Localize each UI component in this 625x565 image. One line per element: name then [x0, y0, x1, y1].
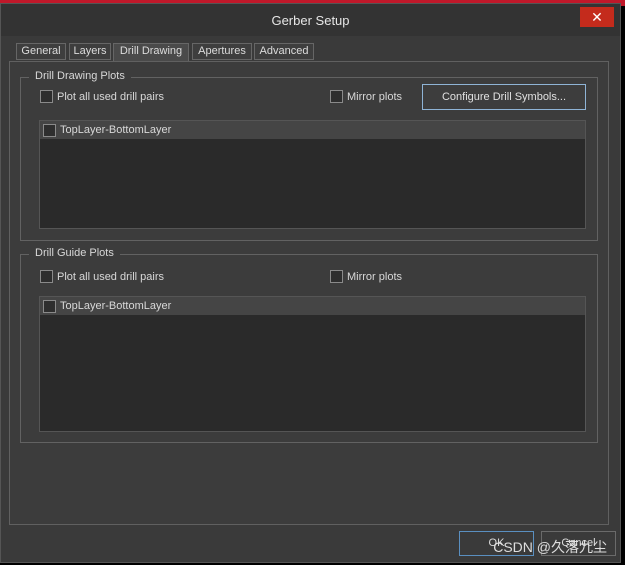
checkbox-label: Mirror plots	[347, 270, 403, 283]
checkbox-box[interactable]	[43, 123, 56, 137]
checkbox-label: Mirror plots	[347, 90, 403, 103]
close-icon: ✕	[591, 9, 603, 25]
tab-drill-drawing[interactable]: Drill Drawing	[113, 43, 189, 62]
layer-pair-label: TopLayer-BottomLayer	[60, 124, 172, 136]
checkbox-box[interactable]	[40, 90, 53, 103]
checkbox-box[interactable]	[43, 299, 56, 313]
group-label: Drill Drawing Plots	[29, 70, 131, 82]
plot-all-drill-pairs-checkbox[interactable]: Plot all used drill pairs	[40, 90, 164, 103]
checkbox-label: Plot all used drill pairs	[57, 270, 164, 283]
checkbox-box[interactable]	[330, 90, 343, 103]
layer-pair-label: TopLayer-BottomLayer	[60, 300, 172, 312]
watermark: CSDN @久落九尘	[493, 539, 607, 555]
tab-apertures[interactable]: Apertures	[192, 43, 252, 60]
configure-drill-symbols-button[interactable]: Configure Drill Symbols...	[422, 84, 586, 110]
checkbox-box[interactable]	[40, 270, 53, 283]
tab-general[interactable]: General	[16, 43, 66, 60]
group-label: Drill Guide Plots	[29, 247, 120, 259]
mirror-plots-checkbox[interactable]: Mirror plots	[330, 270, 402, 283]
close-button[interactable]: ✕	[580, 7, 614, 27]
mirror-plots-checkbox[interactable]: Mirror plots	[330, 90, 402, 103]
list-item[interactable]: TopLayer-BottomLayer	[40, 297, 585, 315]
tab-layers[interactable]: Layers	[69, 43, 111, 60]
checkbox-box[interactable]	[330, 270, 343, 283]
drill-guide-layer-list: TopLayer-BottomLayer	[39, 296, 586, 432]
title-bar: Gerber Setup ✕	[1, 4, 620, 36]
list-item[interactable]: TopLayer-BottomLayer	[40, 121, 585, 139]
checkbox-label: Plot all used drill pairs	[57, 90, 164, 103]
plot-all-drill-pairs-checkbox[interactable]: Plot all used drill pairs	[40, 270, 164, 283]
drill-drawing-layer-list: TopLayer-BottomLayer	[39, 120, 586, 229]
tab-advanced[interactable]: Advanced	[254, 43, 314, 60]
dialog-title: Gerber Setup	[271, 13, 350, 28]
gerber-setup-dialog: Gerber Setup ✕ General Layers Drill Draw…	[0, 3, 621, 563]
